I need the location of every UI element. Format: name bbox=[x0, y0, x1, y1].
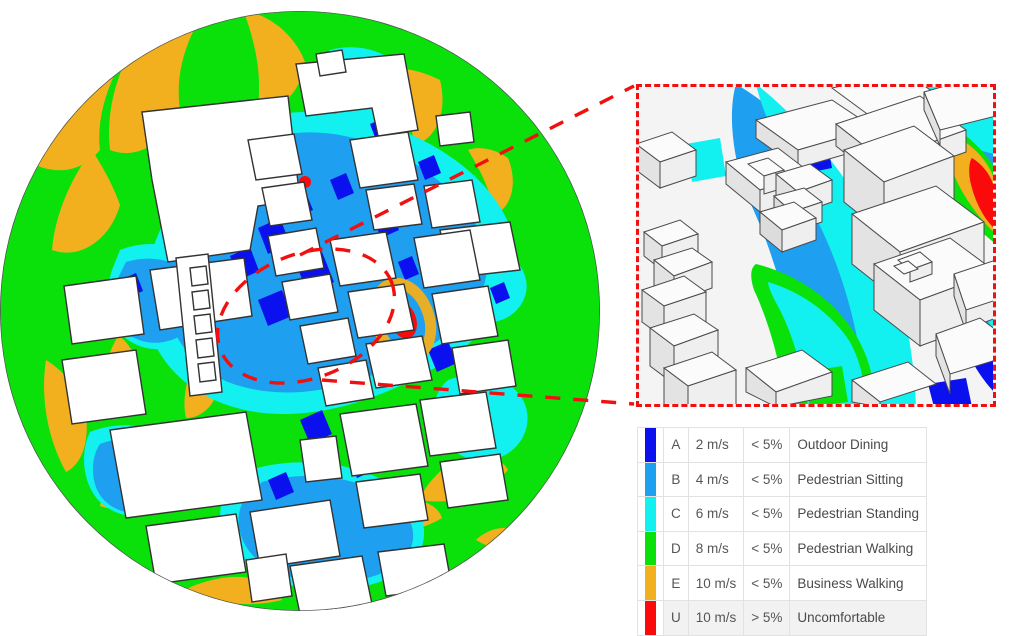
legend-code: C bbox=[663, 496, 689, 532]
legend-description: Uncomfortable bbox=[789, 599, 928, 636]
map-contours bbox=[0, 11, 600, 611]
site-wind-comfort-plan[interactable] bbox=[0, 0, 620, 626]
legend-code: B bbox=[663, 461, 689, 498]
legend-row[interactable]: U 10 m/s > 5% Uncomfortable bbox=[637, 599, 928, 636]
wind-comfort-figure: A 2 m/s < 5% Outdoor Dining B 4 m/s < 5%… bbox=[0, 0, 1024, 636]
legend-swatch-cell bbox=[637, 461, 664, 498]
legend-description: Pedestrian Walking bbox=[789, 530, 928, 567]
legend-speed: 2 m/s bbox=[687, 427, 745, 463]
legend-swatch-cell bbox=[637, 565, 664, 601]
legend-exceedance: < 5% bbox=[743, 530, 791, 567]
legend-exceedance: < 5% bbox=[743, 565, 791, 601]
detail-view-canvas bbox=[639, 87, 993, 404]
legend-speed: 10 m/s bbox=[687, 565, 745, 601]
legend-code: D bbox=[663, 530, 689, 567]
legend-code: U bbox=[663, 599, 689, 636]
legend-row[interactable]: C 6 m/s < 5% Pedestrian Standing bbox=[637, 496, 928, 532]
legend-description: Pedestrian Standing bbox=[789, 496, 928, 532]
legend-speed: 4 m/s bbox=[687, 461, 745, 498]
legend-description: Business Walking bbox=[789, 565, 928, 601]
detail-view-3d[interactable] bbox=[636, 84, 996, 407]
legend-description: Outdoor Dining bbox=[789, 427, 928, 463]
legend-color-swatch bbox=[645, 462, 656, 497]
legend-swatch-cell bbox=[637, 427, 664, 463]
legend-description: Pedestrian Sitting bbox=[789, 461, 928, 498]
legend-code: E bbox=[663, 565, 689, 601]
legend-exceedance: < 5% bbox=[743, 496, 791, 532]
legend-color-swatch bbox=[645, 497, 656, 531]
legend-exceedance: < 5% bbox=[743, 461, 791, 498]
legend-swatch-cell bbox=[637, 496, 664, 532]
legend-row[interactable]: A 2 m/s < 5% Outdoor Dining bbox=[637, 427, 928, 463]
legend-exceedance: > 5% bbox=[743, 599, 791, 636]
legend-code: A bbox=[663, 427, 689, 463]
legend-row[interactable]: E 10 m/s < 5% Business Walking bbox=[637, 565, 928, 601]
legend-speed: 6 m/s bbox=[687, 496, 745, 532]
wind-comfort-criteria-legend[interactable]: A 2 m/s < 5% Outdoor Dining B 4 m/s < 5%… bbox=[637, 427, 928, 636]
legend-color-swatch bbox=[645, 566, 656, 600]
legend-speed: 10 m/s bbox=[687, 599, 745, 636]
legend-speed: 8 m/s bbox=[687, 530, 745, 567]
legend-exceedance: < 5% bbox=[743, 427, 791, 463]
legend-color-swatch bbox=[645, 531, 656, 566]
legend-swatch-cell bbox=[637, 599, 664, 636]
legend-row[interactable]: D 8 m/s < 5% Pedestrian Walking bbox=[637, 530, 928, 567]
legend-swatch-cell bbox=[637, 530, 664, 567]
legend-row[interactable]: B 4 m/s < 5% Pedestrian Sitting bbox=[637, 461, 928, 498]
legend-body: A 2 m/s < 5% Outdoor Dining B 4 m/s < 5%… bbox=[637, 427, 928, 636]
legend-color-swatch bbox=[645, 600, 656, 635]
legend-color-swatch bbox=[645, 428, 656, 462]
